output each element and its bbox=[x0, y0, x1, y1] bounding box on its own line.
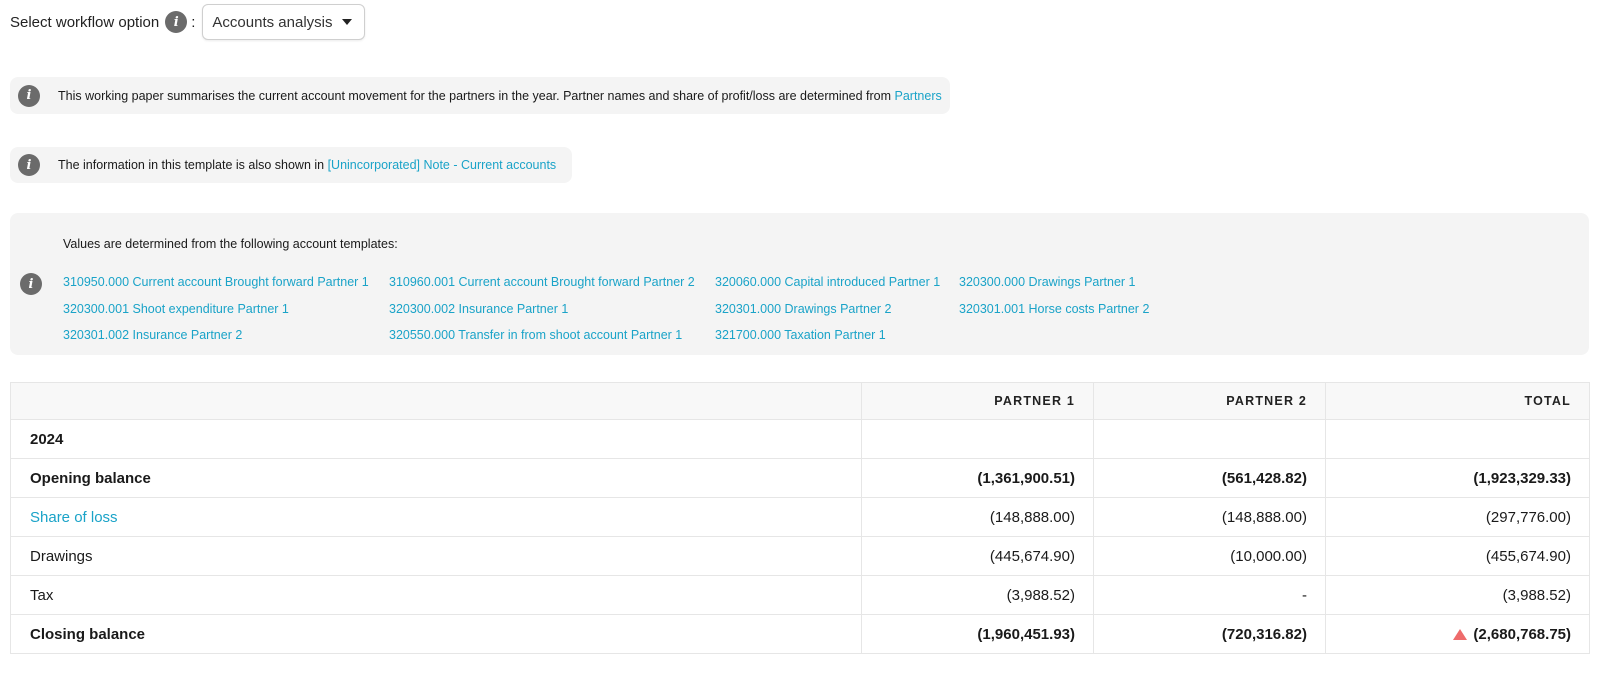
current-accounts-note-link[interactable]: [Unincorporated] Note - Current accounts bbox=[328, 158, 557, 172]
partner-1-value: (148,888.00) bbox=[861, 497, 1094, 537]
account-template-link[interactable]: 310950.000 Current account Brought forwa… bbox=[63, 274, 389, 292]
table-row: Drawings (445,674.90) (10,000.00) (455,6… bbox=[10, 536, 1590, 576]
year-label: 2024 bbox=[10, 419, 862, 459]
share-of-loss-link[interactable]: Share of loss bbox=[30, 509, 118, 526]
table-header-row: PARTNER 1 PARTNER 2 TOTAL bbox=[10, 382, 1590, 420]
workflow-colon: : bbox=[191, 13, 196, 31]
partner-2-value: (148,888.00) bbox=[1093, 497, 1326, 537]
closing-total-value: (2,680,768.75) bbox=[1473, 625, 1571, 643]
info-icon: i bbox=[18, 154, 40, 176]
partner-1-value: (1,361,900.51) bbox=[861, 458, 1094, 498]
info-note-text: The information in this template is also… bbox=[58, 158, 556, 172]
account-template-link[interactable]: 320550.000 Transfer in from shoot accoun… bbox=[389, 327, 715, 345]
account-template-link[interactable]: 310960.001 Current account Brought forwa… bbox=[389, 274, 715, 292]
info-note-body: The information in this template is also… bbox=[58, 158, 328, 172]
info-note-current-accounts: i The information in this template is al… bbox=[10, 147, 572, 183]
column-header-partner-2: PARTNER 2 bbox=[1093, 382, 1326, 420]
account-templates-panel: i Values are determined from the followi… bbox=[10, 213, 1589, 355]
workflow-dropdown[interactable]: Accounts analysis bbox=[202, 4, 366, 40]
table-row: Closing balance (1,960,451.93) (720,316.… bbox=[10, 614, 1590, 654]
account-template-link[interactable]: 320301.000 Drawings Partner 2 bbox=[715, 301, 959, 319]
partners-link[interactable]: Partners bbox=[895, 89, 942, 103]
total-value: (297,776.00) bbox=[1325, 497, 1590, 537]
partner-2-value: (720,316.82) bbox=[1093, 614, 1326, 654]
account-template-link[interactable]: 320060.000 Capital introduced Partner 1 bbox=[715, 274, 959, 292]
table-row: Tax (3,988.52) - (3,988.52) bbox=[10, 575, 1590, 615]
row-label: Opening balance bbox=[10, 458, 862, 498]
workflow-label: Select workflow option bbox=[10, 13, 160, 31]
column-header-partner-1: PARTNER 1 bbox=[861, 382, 1094, 420]
partner-1-value: (3,988.52) bbox=[861, 575, 1094, 615]
table-cell bbox=[861, 419, 1094, 459]
workflow-selector: Select workflow option i : Accounts anal… bbox=[10, 4, 366, 40]
account-template-link[interactable]: 320300.000 Drawings Partner 1 bbox=[959, 274, 1219, 292]
partner-1-value: (1,960,451.93) bbox=[861, 614, 1094, 654]
row-label: Share of loss bbox=[10, 497, 862, 537]
chevron-down-icon bbox=[342, 19, 353, 25]
row-label: Drawings bbox=[10, 536, 862, 576]
table-row: Opening balance (1,361,900.51) (561,428.… bbox=[10, 458, 1590, 498]
table-cell bbox=[1093, 419, 1326, 459]
total-value: (1,923,329.33) bbox=[1325, 458, 1590, 498]
table-row-year: 2024 bbox=[10, 419, 1590, 459]
info-note-text: This working paper summarises the curren… bbox=[58, 89, 942, 103]
row-label: Closing balance bbox=[10, 614, 862, 654]
account-templates-list: 310950.000 Current account Brought forwa… bbox=[63, 274, 1219, 345]
partner-2-value: (10,000.00) bbox=[1093, 536, 1326, 576]
workflow-dropdown-value: Accounts analysis bbox=[212, 13, 333, 31]
partner-2-value: - bbox=[1093, 575, 1326, 615]
info-note-partners: i This working paper summarises the curr… bbox=[10, 77, 950, 114]
table-cell bbox=[1325, 419, 1590, 459]
account-template-link[interactable]: 321700.000 Taxation Partner 1 bbox=[715, 327, 959, 345]
partner-2-value: (561,428.82) bbox=[1093, 458, 1326, 498]
account-template-link[interactable]: 320301.002 Insurance Partner 2 bbox=[63, 327, 389, 345]
account-template-link[interactable]: 320300.001 Shoot expenditure Partner 1 bbox=[63, 301, 389, 319]
current-account-table: PARTNER 1 PARTNER 2 TOTAL 2024 Opening b… bbox=[10, 382, 1590, 654]
table-row: Share of loss (148,888.00) (148,888.00) … bbox=[10, 497, 1590, 537]
total-value: (2,680,768.75) bbox=[1325, 614, 1590, 654]
partner-1-value: (445,674.90) bbox=[861, 536, 1094, 576]
column-header-total: TOTAL bbox=[1325, 382, 1590, 420]
info-icon[interactable]: i bbox=[165, 11, 188, 33]
column-header-label bbox=[10, 382, 862, 420]
account-templates-heading: Values are determined from the following… bbox=[63, 237, 398, 251]
total-value: (455,674.90) bbox=[1325, 536, 1590, 576]
info-icon: i bbox=[18, 84, 40, 107]
account-template-link[interactable]: 320300.002 Insurance Partner 1 bbox=[389, 301, 715, 319]
row-label: Tax bbox=[10, 575, 862, 615]
total-value: (3,988.52) bbox=[1325, 575, 1590, 615]
info-icon: i bbox=[20, 273, 42, 295]
account-template-link[interactable]: 320301.001 Horse costs Partner 2 bbox=[959, 301, 1219, 319]
warning-triangle-icon[interactable] bbox=[1453, 628, 1468, 640]
info-note-body: This working paper summarises the curren… bbox=[58, 88, 895, 103]
